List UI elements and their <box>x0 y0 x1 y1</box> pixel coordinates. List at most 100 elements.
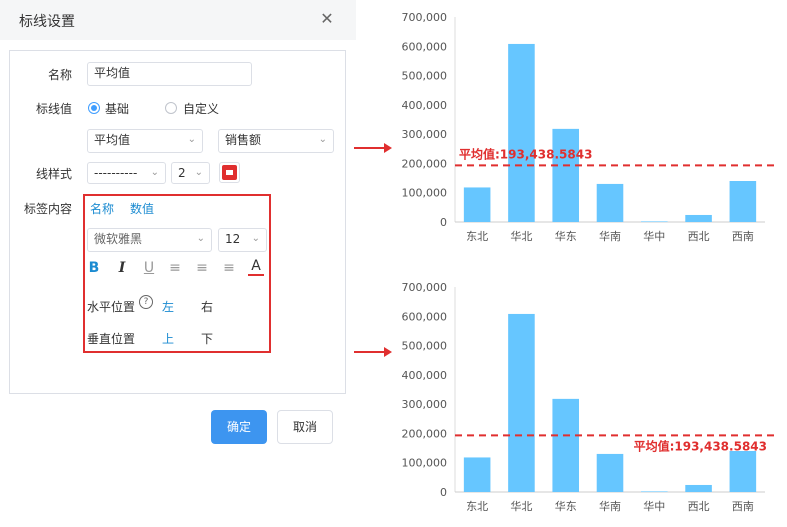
average-ref-label: 平均值:193,438.5843 <box>459 146 592 161</box>
bar <box>685 484 712 492</box>
arrow-right-icon <box>354 347 392 357</box>
x-tick-label: 华东 <box>555 499 577 513</box>
y-tick-label: 100,000 <box>402 187 448 200</box>
y-tick-label: 600,000 <box>402 310 448 323</box>
y-tick-label: 700,000 <box>402 281 448 294</box>
h-position-label: 水平位置 <box>87 300 136 314</box>
radio-basic[interactable] <box>88 102 100 114</box>
bar-chart-bottom: 0 100,000 200,000 300,000 400,000 500,000 600,… <box>402 281 777 513</box>
h-left-option[interactable]: 左 <box>162 298 174 315</box>
ok-button[interactable]: 确定 <box>211 410 267 444</box>
bar <box>508 313 535 492</box>
dialog-title: 标线设置 <box>19 14 75 30</box>
arrow-right-icon <box>354 143 392 153</box>
line-dash-value: ---------- <box>94 166 138 180</box>
y-tick-label: 300,000 <box>402 128 448 141</box>
x-tick-label: 华东 <box>555 229 577 243</box>
radio-custom[interactable] <box>165 102 177 114</box>
bar <box>596 183 624 222</box>
y-tick-label: 200,000 <box>402 157 448 170</box>
name-input[interactable]: 平均值 <box>87 62 252 86</box>
line-dash-select[interactable]: ---------- ⌄ <box>87 162 166 184</box>
calc-select-value: 平均值 <box>94 133 131 147</box>
line-width-select[interactable]: 2 ⌄ <box>171 162 210 184</box>
align-center-icon[interactable]: ≡ <box>194 260 210 276</box>
cancel-button[interactable]: 取消 <box>277 410 333 444</box>
y-tick-label: 400,000 <box>402 369 448 382</box>
bar <box>641 491 668 492</box>
line-color-picker[interactable] <box>219 162 240 183</box>
x-tick-label: 华南 <box>599 499 621 513</box>
font-size-select[interactable]: 12 ⌄ <box>218 228 267 252</box>
font-family-value: 微软雅黑 <box>94 232 143 246</box>
bar <box>463 187 491 222</box>
y-tick-label: 200,000 <box>402 427 448 440</box>
y-tick-label: 700,000 <box>402 11 448 24</box>
bar <box>596 453 624 492</box>
chevron-down-icon: ⌄ <box>187 134 196 145</box>
calc-select[interactable]: 平均值 ⌄ <box>87 129 203 153</box>
line-width-value: 2 <box>178 166 186 180</box>
chevron-down-icon: ⌄ <box>196 233 205 244</box>
v-bottom-option[interactable]: 下 <box>201 330 213 347</box>
line-style-label: 线样式 <box>35 167 72 181</box>
x-tick-label: 华北 <box>510 229 532 243</box>
value-label: 标线值 <box>35 102 72 116</box>
font-size-value: 12 <box>225 232 241 246</box>
bar <box>552 398 579 492</box>
bar <box>685 214 712 222</box>
chevron-down-icon: ⌄ <box>251 233 260 244</box>
underline-button[interactable]: U <box>141 260 157 276</box>
radio-basic-label: 基础 <box>105 102 130 116</box>
x-tick-label: 华中 <box>643 229 665 243</box>
bar-chart-top: 0 100,000 200,000 300,000 400,000 500,000 600,… <box>402 11 777 243</box>
y-tick-label: 0 <box>440 216 447 229</box>
italic-button[interactable]: I <box>114 260 130 276</box>
bold-button[interactable]: B <box>86 260 102 276</box>
x-tick-label: 东北 <box>466 500 488 513</box>
label-content-label: 标签内容 <box>23 202 72 216</box>
y-tick-label: 600,000 <box>402 40 448 53</box>
chevron-down-icon: ⌄ <box>194 167 203 178</box>
font-family-select[interactable]: 微软雅黑 ⌄ <box>87 228 212 252</box>
name-label: 名称 <box>47 68 72 82</box>
y-tick-label: 400,000 <box>402 99 448 112</box>
chevron-down-icon: ⌄ <box>150 167 159 178</box>
bar <box>508 43 535 222</box>
average-ref-label: 平均值:193,438.5843 <box>634 438 767 453</box>
align-right-icon[interactable]: ≡ <box>221 260 237 276</box>
bar <box>729 451 757 492</box>
x-tick-label: 华北 <box>510 499 532 513</box>
y-tick-label: 300,000 <box>402 398 448 411</box>
tag-value[interactable]: 数值 <box>130 200 154 217</box>
x-tick-label: 西南 <box>732 500 754 513</box>
y-tick-label: 0 <box>440 486 447 499</box>
x-tick-label: 华中 <box>643 499 665 513</box>
bar <box>552 128 579 222</box>
h-right-option[interactable]: 右 <box>201 298 213 315</box>
x-tick-label: 华南 <box>599 229 621 243</box>
x-tick-label: 西北 <box>688 500 710 513</box>
help-icon[interactable]: ? <box>139 295 153 309</box>
x-tick-label: 西南 <box>732 230 754 243</box>
align-left-icon[interactable]: ≡ <box>167 260 183 276</box>
field-select-value: 销售额 <box>225 133 262 147</box>
x-tick-label: 东北 <box>466 230 488 243</box>
x-tick-label: 西北 <box>688 230 710 243</box>
y-tick-label: 500,000 <box>402 340 448 353</box>
v-position-label: 垂直位置 <box>87 332 136 346</box>
y-tick-label: 100,000 <box>402 457 448 470</box>
font-color-button[interactable]: A <box>248 259 264 276</box>
field-select[interactable]: 销售额 ⌄ <box>218 129 334 153</box>
bar <box>641 221 668 222</box>
chevron-down-icon: ⌄ <box>318 134 327 145</box>
tag-name[interactable]: 名称 <box>90 200 114 217</box>
line-color-swatch <box>222 165 237 180</box>
v-top-option[interactable]: 上 <box>162 330 174 347</box>
line-settings-dialog: 标线设置 ✕ 名称 平均值 标线值 基础 自定义 平均值 ⌄ 销售额 ⌄ 线样式… <box>0 0 356 458</box>
radio-custom-label: 自定义 <box>183 102 220 116</box>
y-tick-label: 500,000 <box>402 70 448 83</box>
bar <box>463 457 491 492</box>
bar <box>729 181 757 222</box>
close-icon[interactable]: ✕ <box>318 10 336 28</box>
